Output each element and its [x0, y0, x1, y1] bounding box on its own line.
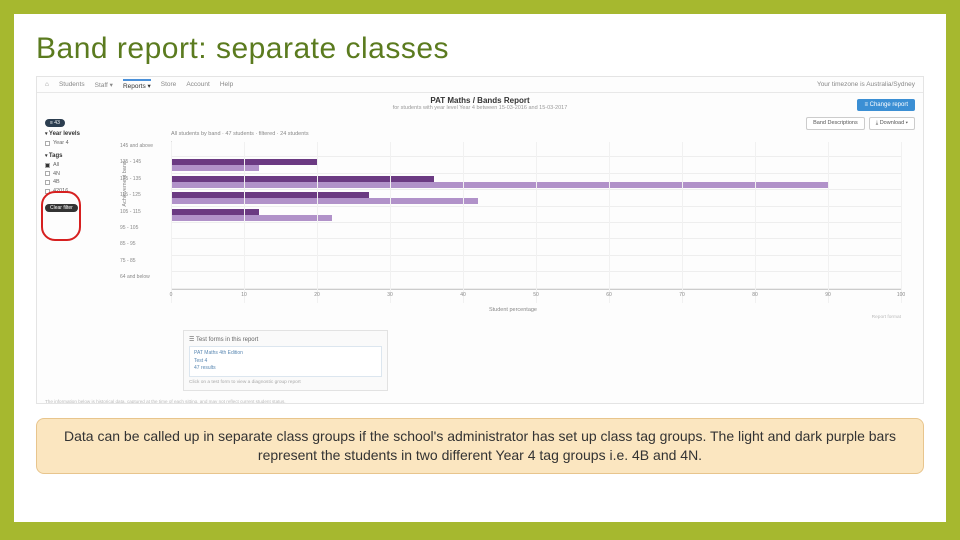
home-icon[interactable]: ⌂: [45, 81, 49, 88]
nav-store[interactable]: Store: [161, 81, 177, 88]
x-axis: 0102030405060708090100: [171, 289, 901, 303]
highlight-circle: [41, 191, 81, 241]
x-tick: 0: [170, 292, 173, 298]
filter-tag-all[interactable]: All: [45, 161, 103, 170]
filter-year-heading: ▾ Year levels: [45, 131, 103, 137]
checkbox-icon[interactable]: [45, 163, 50, 168]
y-axis-label: Achievement band: [122, 161, 128, 207]
chart-subtitle: All students by band · 47 students · fil…: [171, 131, 915, 137]
test-forms-box: ☰ Test forms in this report PAT Maths 4t…: [183, 330, 388, 391]
checkbox-icon[interactable]: [45, 171, 50, 176]
filter-tag-4b[interactable]: 4B: [45, 178, 103, 187]
filter-panel: ≡ 43 ▾ Year levels Year 4 ▾ Tags All 4N …: [45, 119, 103, 391]
x-tick: 100: [897, 292, 905, 298]
nav-reports[interactable]: Reports ▾: [123, 79, 151, 90]
band-descriptions-button[interactable]: Band Descriptions: [806, 117, 865, 130]
timezone-label: Your timezone is Australia/Sydney: [817, 81, 915, 88]
filter-tags-heading: ▾ Tags: [45, 153, 103, 159]
bar-series-b[interactable]: [172, 198, 478, 204]
nav-staff[interactable]: Staff ▾: [95, 81, 113, 89]
change-report-button[interactable]: ≡ Change report: [857, 99, 915, 111]
test-forms-hint: Click on a test form to view a diagnosti…: [189, 380, 382, 385]
nav-account[interactable]: Account: [186, 81, 210, 88]
x-tick: 20: [314, 292, 320, 298]
filter-tags-group: ▾ Tags All 4N 4B 42016: [45, 153, 103, 196]
slide-title: Band report: separate classes: [36, 32, 924, 66]
filter-tag-4n[interactable]: 4N: [45, 170, 103, 179]
slide-caption: Data can be called up in separate class …: [36, 418, 924, 474]
test-form-card[interactable]: PAT Maths 4th Edition Test 4 47 results: [189, 346, 382, 377]
bar-series-b[interactable]: [172, 165, 259, 171]
app-screenshot: ⌂ Students Staff ▾ Reports ▾ Store Accou…: [36, 76, 924, 404]
band-label: 145 and above: [120, 143, 153, 149]
student-count-pill[interactable]: ≡ 43: [45, 119, 65, 127]
checkbox-icon[interactable]: [45, 141, 50, 146]
band-label: 95 - 105: [120, 225, 138, 231]
band-label: 64 and below: [120, 274, 150, 280]
x-tick: 90: [825, 292, 831, 298]
x-tick: 10: [241, 292, 247, 298]
checkbox-icon[interactable]: [45, 180, 50, 185]
test-forms-head: ☰ Test forms in this report: [189, 336, 382, 343]
download-button[interactable]: ⤓ Download ▾: [869, 117, 915, 130]
x-tick: 40: [460, 292, 466, 298]
chart-footnote: Report format: [111, 315, 901, 320]
report-title: PAT Maths / Bands Report: [37, 96, 923, 105]
band-label: 85 - 95: [120, 241, 136, 247]
report-subtitle: for students with year level Year 4 betw…: [37, 105, 923, 111]
top-nav: ⌂ Students Staff ▾ Reports ▾ Store Accou…: [37, 77, 923, 93]
info-footer: The information below is historical data…: [45, 399, 923, 404]
x-tick: 80: [752, 292, 758, 298]
x-tick: 60: [606, 292, 612, 298]
band-label: 135 - 145: [120, 159, 141, 165]
band-label: 115 - 125: [120, 192, 141, 198]
bar-series-b[interactable]: [172, 182, 828, 188]
x-tick: 50: [533, 292, 539, 298]
band-label: 125 - 135: [120, 176, 141, 182]
bar-series-b[interactable]: [172, 215, 332, 221]
nav-help[interactable]: Help: [220, 81, 233, 88]
x-tick: 70: [679, 292, 685, 298]
x-tick: 30: [387, 292, 393, 298]
filter-year4[interactable]: Year 4: [45, 139, 103, 148]
band-label: 105 - 115: [120, 209, 141, 215]
x-axis-label: Student percentage: [111, 307, 915, 313]
band-label: 75 - 85: [120, 258, 136, 264]
nav-students[interactable]: Students: [59, 81, 85, 88]
